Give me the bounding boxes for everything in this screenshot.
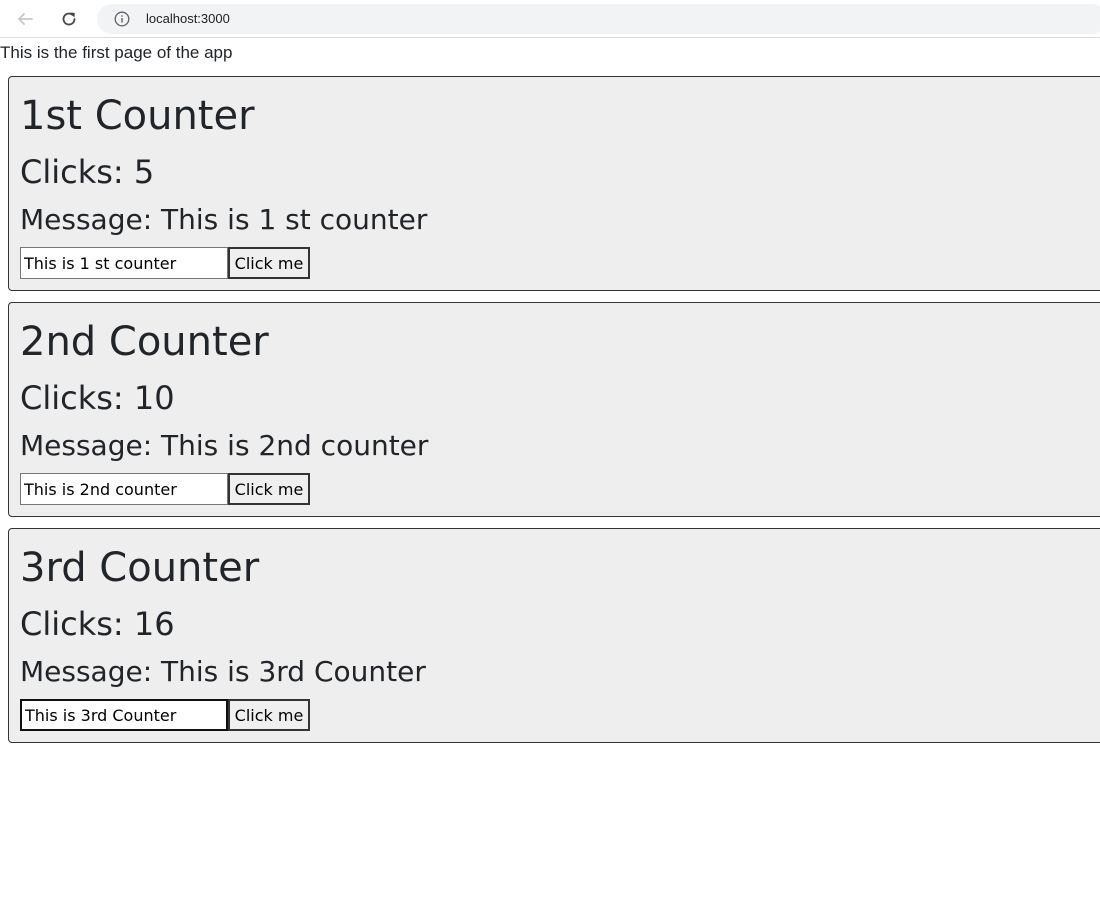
counter-card-1: 1st Counter Clicks: 5 Message: This is 1… <box>8 76 1100 291</box>
counter-message: Message: This is 2nd counter <box>20 429 429 462</box>
counter-title: 1st Counter <box>20 93 255 139</box>
counter-card-2: 2nd Counter Clicks: 10 Message: This is … <box>8 302 1100 517</box>
counter-message-input[interactable] <box>20 247 228 279</box>
click-me-button[interactable]: Click me <box>228 699 310 731</box>
reload-button[interactable] <box>57 7 81 31</box>
address-bar[interactable]: localhost:3000 <box>97 4 1100 34</box>
url-text[interactable]: localhost:3000 <box>146 11 230 27</box>
back-arrow-icon <box>18 13 33 25</box>
counter-message-input[interactable] <box>20 473 228 505</box>
counter-title: 3rd Counter <box>20 545 260 591</box>
counter-card-3: 3rd Counter Clicks: 16 Message: This is … <box>8 528 1100 743</box>
counter-clicks: Clicks: 5 <box>20 153 155 191</box>
reload-icon <box>62 12 76 26</box>
page-intro-text: This is the first page of the app <box>0 43 233 62</box>
counter-message: Message: This is 1 st counter <box>20 203 428 236</box>
info-icon[interactable] <box>114 11 130 27</box>
click-me-button[interactable]: Click me <box>228 247 310 279</box>
page-content: This is the first page of the app 1st Co… <box>0 38 1100 921</box>
browser-toolbar: localhost:3000 <box>0 0 1100 38</box>
counter-message-input[interactable] <box>20 699 228 731</box>
click-me-button[interactable]: Click me <box>228 473 310 505</box>
counter-clicks: Clicks: 10 <box>20 379 175 417</box>
counter-message: Message: This is 3rd Counter <box>20 655 426 688</box>
back-button[interactable] <box>13 7 37 31</box>
counter-title: 2nd Counter <box>20 319 269 365</box>
counter-clicks: Clicks: 16 <box>20 605 175 643</box>
